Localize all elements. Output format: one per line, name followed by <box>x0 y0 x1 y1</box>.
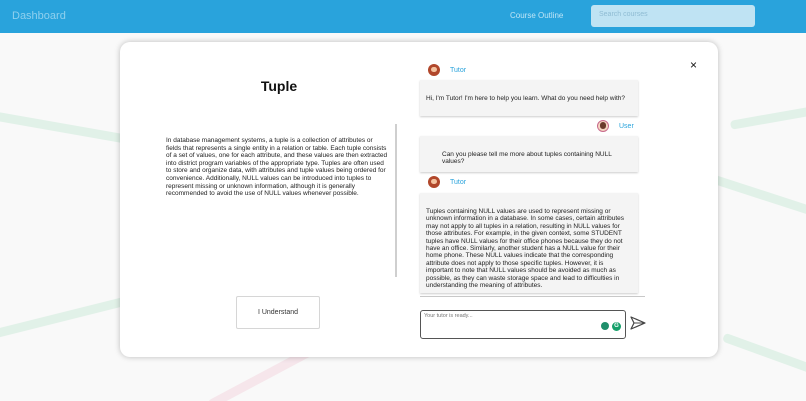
user-avatar <box>597 120 609 132</box>
user-message: Can you please tell me more about tuples… <box>420 136 638 172</box>
send-icon[interactable] <box>630 316 646 330</box>
search-placeholder: Search courses <box>599 11 648 18</box>
tutor-avatar <box>428 64 440 76</box>
tutor-message: Tuples containing NULL values are used t… <box>420 193 638 293</box>
i-understand-button[interactable]: I Understand <box>236 296 320 329</box>
chat-divider <box>420 296 645 297</box>
sender-name: User <box>619 123 634 130</box>
chat-input[interactable]: G <box>420 310 626 339</box>
grammar-icon[interactable]: G <box>612 322 621 331</box>
tutor-message: Hi, I'm Tutor! I'm here to help you lear… <box>420 80 638 116</box>
concept-modal: Tuple In database management systems, a … <box>120 42 718 357</box>
nav-item-course-outline[interactable]: Course Outline <box>510 11 563 20</box>
tutor-avatar <box>428 176 440 188</box>
vertical-divider <box>395 124 397 277</box>
app-header: Dashboard Course Outline Search courses <box>0 0 806 33</box>
mic-icon[interactable] <box>601 322 609 330</box>
brand-logo[interactable]: Dashboard <box>12 10 66 22</box>
close-icon[interactable]: × <box>690 58 697 72</box>
modal-title: Tuple <box>260 78 298 94</box>
sender-name: Tutor <box>450 179 467 186</box>
search-input[interactable]: Search courses <box>591 5 755 27</box>
chat-input-field[interactable] <box>424 313 594 335</box>
concept-description: In database management systems, a tuple … <box>166 137 388 198</box>
sender-name: Tutor <box>450 67 467 74</box>
